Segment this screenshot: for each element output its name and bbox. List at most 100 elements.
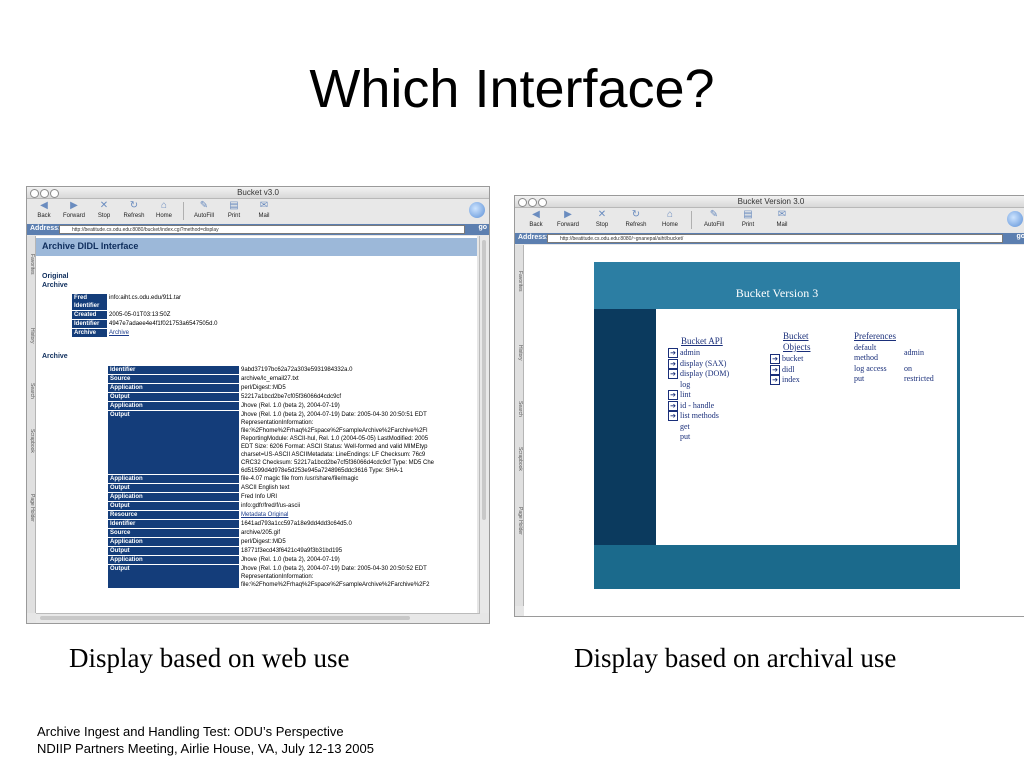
pref-key: default method	[854, 343, 878, 362]
forward-button[interactable]: ▶ Forward	[553, 209, 583, 229]
address-input[interactable]: http://beatitude.cs.odu.edu:8080/bucket/…	[59, 225, 465, 234]
row-value[interactable]: Archive	[109, 329, 439, 338]
caption-right: Display based on archival use	[574, 643, 897, 673]
object-link-label: index	[782, 375, 800, 384]
sidetab-scrapbook[interactable]: Scrapbook	[27, 429, 35, 453]
stop-button[interactable]: ✕ Stop	[587, 209, 617, 229]
scroll-thumb[interactable]	[482, 240, 486, 520]
table-row: Source archive/lc_email27.txt	[108, 375, 477, 384]
address-bar: Address: http://beatitude.cs.odu.edu:808…	[515, 233, 1024, 244]
table-row: Application Jhove (Rel. 1.0 (beta 2), 200…	[108, 556, 477, 565]
forward-icon: ▶	[564, 209, 572, 220]
autofill-button[interactable]: ✎ AutoFill	[699, 209, 729, 229]
arrow-icon: ➔	[770, 375, 780, 386]
table-row: Application file-4.07 magic file from /us…	[108, 475, 477, 484]
refresh-button[interactable]: ↻ Refresh	[621, 209, 651, 229]
forward-button[interactable]: ▶ Forward	[59, 200, 89, 220]
back-button[interactable]: ◀ Back	[29, 200, 59, 220]
row-key: Created	[72, 311, 107, 319]
table-row: Source archive/205.gif	[108, 529, 477, 538]
api-link-label: put	[680, 432, 691, 441]
arrow-icon: ➔	[668, 390, 678, 401]
back-button[interactable]: ◀ Back	[521, 209, 551, 229]
refresh-button[interactable]: ↻ Refresh	[119, 200, 149, 220]
object-link[interactable]: ➔ bucket	[770, 354, 803, 365]
sidetab-search[interactable]: Search	[27, 383, 35, 399]
api-link-label: display (SAX)	[680, 358, 727, 368]
browser-window-left: Bucket v3.0 ◀ Back ▶ Forward ✕ Stop ↻ Refres…	[26, 186, 490, 624]
row-key: Fred Identifier	[72, 294, 107, 310]
arrow-icon: ➔	[668, 411, 678, 422]
sidetab-scrapbook[interactable]: Scrapbook	[515, 447, 523, 471]
pref-value: on	[904, 364, 912, 373]
home-button[interactable]: ⌂ Home	[149, 200, 179, 220]
api-link-label: list methods	[680, 411, 719, 420]
bucket-header: Bucket Version 3	[594, 262, 960, 309]
go-button[interactable]: go	[1016, 233, 1024, 240]
vertical-scrollbar[interactable]	[479, 236, 489, 613]
refresh-icon: ↻	[631, 209, 641, 220]
table-row: Output Jhove (Rel. 1.0 (beta 2), 2004-07-…	[108, 565, 477, 589]
row-value[interactable]: Metadata Original	[241, 511, 477, 520]
sidetab-history[interactable]: History	[515, 345, 523, 361]
print-button[interactable]: ▤ Print	[733, 209, 763, 229]
object-link[interactable]: ➔ index	[770, 375, 800, 386]
mail-button[interactable]: ✉ Mail	[249, 200, 279, 220]
api-link[interactable]: ➔ list methods	[668, 411, 719, 422]
object-link[interactable]: ➔ didl	[770, 365, 794, 375]
toolbar-separator	[183, 202, 184, 220]
mail-button[interactable]: ✉ Mail	[767, 209, 797, 229]
scroll-thumb[interactable]	[40, 616, 410, 620]
back-icon: ◀	[40, 200, 48, 211]
window-title: Bucket v3.0	[237, 188, 279, 197]
print-icon: ▤	[743, 209, 753, 220]
footer-line-2: NDIIP Partners Meeting, Airlie House, VA…	[37, 741, 374, 756]
sidetab-search[interactable]: Search	[515, 401, 523, 417]
table-row: Fred Identifier info:aiht.cs.odu.edu/911.…	[72, 294, 439, 311]
home-icon: ⌂	[160, 200, 168, 211]
address-input[interactable]: http://beatitude.cs.odu.edu:8080/~gnanep…	[547, 234, 1003, 243]
home-button[interactable]: ⌂ Home	[655, 209, 685, 229]
table-row: Output 18771f3ecd43f6421c49a9f3b31bd195	[108, 547, 477, 556]
window-title: Bucket Version 3.0	[737, 197, 805, 206]
api-link-label: get	[680, 421, 690, 431]
go-button[interactable]: go	[478, 224, 487, 231]
api-link[interactable]: log	[680, 380, 690, 390]
api-link[interactable]: ➔ id - handle	[668, 401, 714, 411]
objects-heading-2: Objects	[783, 342, 811, 352]
sidetab-page-holder[interactable]: Page Holder	[27, 494, 35, 522]
api-link[interactable]: put	[680, 432, 690, 442]
sidetab-history[interactable]: History	[27, 328, 35, 344]
row-value: info:gdfr/fred/f/us-ascii	[241, 503, 301, 509]
api-link-label: log	[680, 379, 691, 389]
table-row: Output ASCII English text	[108, 484, 477, 493]
api-link[interactable]: ➔ lint	[668, 390, 691, 401]
row-value: info:aiht.cs.odu.edu/911.tar	[109, 295, 181, 301]
api-link[interactable]: ➔ display (DOM)	[668, 369, 730, 380]
api-link[interactable]: ➔ admin	[668, 348, 700, 359]
bucket-main: Bucket API ➔ admin ➔ display (SAX) ➔ display …	[656, 309, 957, 545]
objects-heading: Bucket	[783, 331, 809, 341]
row-key: Identifier	[72, 320, 107, 328]
page-title: Bucket Version 3	[735, 286, 819, 300]
bucket-sidebar	[594, 309, 656, 545]
api-link[interactable]: ➔ display (SAX)	[668, 359, 726, 369]
api-link[interactable]: get	[680, 422, 690, 432]
row-value: Fred Info URI	[241, 494, 278, 500]
row-value: 9abd37197bc62a72a303e5931984332a.0	[241, 367, 353, 373]
pref-value: admin	[904, 348, 924, 357]
horizontal-scrollbar[interactable]	[36, 613, 480, 623]
api-link-label: id - handle	[680, 400, 715, 410]
mail-icon: ✉	[777, 209, 787, 220]
sidetab-favorites[interactable]: Favorites	[27, 254, 35, 275]
table-row: Application perl/Digest::MD5	[108, 384, 477, 393]
api-link-label: display (DOM)	[680, 369, 730, 378]
sidetab-favorites[interactable]: Favorites	[515, 271, 523, 292]
page-heading: Archive DIDL Interface	[42, 241, 139, 251]
row-key: Output	[108, 565, 239, 588]
sidetab-page-holder[interactable]: Page Holder	[515, 507, 523, 535]
print-button[interactable]: ▤ Print	[219, 200, 249, 220]
table-row: Archive Archive	[72, 329, 439, 338]
autofill-button[interactable]: ✎ AutoFill	[189, 200, 219, 220]
stop-button[interactable]: ✕ Stop	[89, 200, 119, 220]
